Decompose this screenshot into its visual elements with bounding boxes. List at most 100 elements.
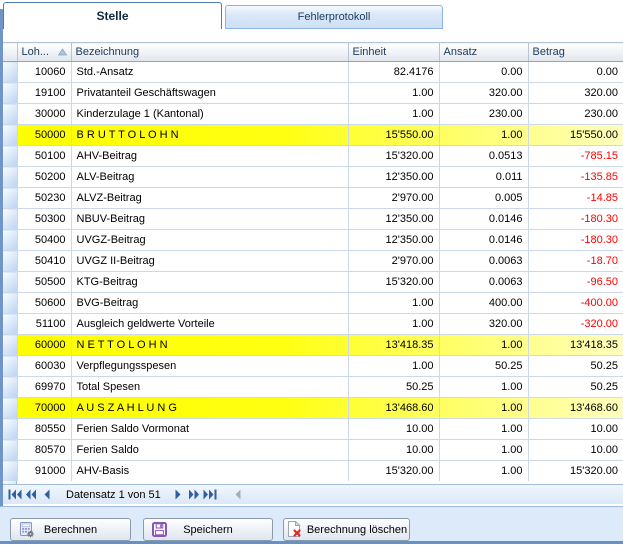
table-row[interactable]: 50600BVG-Beitrag1.00400.00-400.00: [3, 293, 623, 314]
cell-ansatz[interactable]: 320.00: [439, 314, 528, 335]
cell-betrag[interactable]: 50.25: [528, 356, 623, 377]
table-row[interactable]: 19100Privatanteil Geschäftswagen1.00320.…: [3, 83, 623, 104]
cell-ansatz[interactable]: 1.00: [439, 419, 528, 440]
table-row[interactable]: 50410UVGZ II-Beitrag2'970.000.0063-18.70: [3, 251, 623, 272]
row-indicator-cell[interactable]: [3, 398, 17, 419]
cell-ansatz[interactable]: 50.25: [439, 356, 528, 377]
cell-einheit[interactable]: 15'320.00: [348, 146, 439, 167]
column-header-ansatz[interactable]: Ansatz: [439, 43, 528, 62]
cell-ansatz[interactable]: 0.00: [439, 62, 528, 83]
cell-lohnart[interactable]: 60030: [17, 356, 71, 377]
cell-ansatz[interactable]: 400.00: [439, 293, 528, 314]
cell-ansatz[interactable]: 0.0146: [439, 230, 528, 251]
cell-bezeichnung[interactable]: Privatanteil Geschäftswagen: [71, 83, 348, 104]
cell-betrag[interactable]: 230.00: [528, 104, 623, 125]
column-header-betrag[interactable]: Betrag: [528, 43, 623, 62]
cell-bezeichnung[interactable]: UVGZ-Beitrag: [71, 230, 348, 251]
cell-einheit[interactable]: 15'320.00: [348, 461, 439, 482]
cell-bezeichnung[interactable]: ALV-Beitrag: [71, 167, 348, 188]
cell-betrag[interactable]: 320.00: [528, 83, 623, 104]
nav-prev-record-icon[interactable]: [40, 488, 54, 502]
cell-einheit[interactable]: 82.4176: [348, 62, 439, 83]
cell-bezeichnung[interactable]: ALVZ-Beitrag: [71, 188, 348, 209]
cell-ansatz[interactable]: 320.00: [439, 83, 528, 104]
cell-einheit[interactable]: 2'970.00: [348, 188, 439, 209]
cell-bezeichnung[interactable]: Ausgleich geldwerte Vorteile: [71, 314, 348, 335]
row-indicator-cell[interactable]: [3, 125, 17, 146]
cell-betrag[interactable]: 50.25: [528, 377, 623, 398]
cell-einheit[interactable]: 13'418.35: [348, 335, 439, 356]
berechnen-button[interactable]: Berechnen: [10, 518, 131, 541]
cell-betrag[interactable]: 13'418.35: [528, 335, 623, 356]
cell-lohnart[interactable]: 50200: [17, 167, 71, 188]
cell-ansatz[interactable]: 0.0513: [439, 146, 528, 167]
cell-bezeichnung[interactable]: UVGZ II-Beitrag: [71, 251, 348, 272]
cell-lohnart[interactable]: 50600: [17, 293, 71, 314]
table-row[interactable]: 69970Total Spesen50.251.0050.25: [3, 377, 623, 398]
row-indicator-cell[interactable]: [3, 419, 17, 440]
column-header-lohnart[interactable]: Loh...: [17, 43, 71, 62]
table-row[interactable]: 70000A U S Z A H L U N G13'468.601.0013'…: [3, 398, 623, 419]
table-row[interactable]: 51100Ausgleich geldwerte Vorteile1.00320…: [3, 314, 623, 335]
cell-lohnart[interactable]: 50230: [17, 188, 71, 209]
cell-bezeichnung[interactable]: Std.-Ansatz: [71, 62, 348, 83]
tab-fehlerprotokoll[interactable]: Fehlerprotokoll: [225, 5, 443, 29]
cell-bezeichnung[interactable]: AHV-Basis: [71, 461, 348, 482]
row-indicator-cell[interactable]: [3, 62, 17, 83]
cell-einheit[interactable]: 1.00: [348, 356, 439, 377]
table-row[interactable]: 80570Ferien Saldo10.001.0010.00: [3, 440, 623, 461]
cell-ansatz[interactable]: 0.0063: [439, 251, 528, 272]
cell-ansatz[interactable]: 0.0146: [439, 209, 528, 230]
cell-betrag[interactable]: -14.85: [528, 188, 623, 209]
cell-betrag[interactable]: -400.00: [528, 293, 623, 314]
cell-bezeichnung[interactable]: B R U T T O L O H N: [71, 125, 348, 146]
nav-prev-page-icon[interactable]: [24, 488, 38, 502]
cell-lohnart[interactable]: 50100: [17, 146, 71, 167]
row-indicator-cell[interactable]: [3, 272, 17, 293]
cell-ansatz[interactable]: 1.00: [439, 398, 528, 419]
row-indicator-cell[interactable]: [3, 209, 17, 230]
cell-einheit[interactable]: 1.00: [348, 293, 439, 314]
cell-lohnart[interactable]: 91000: [17, 461, 71, 482]
cell-bezeichnung[interactable]: NBUV-Beitrag: [71, 209, 348, 230]
cell-lohnart[interactable]: 50400: [17, 230, 71, 251]
table-row[interactable]: 50300NBUV-Beitrag12'350.000.0146-180.30: [3, 209, 623, 230]
cell-einheit[interactable]: 1.00: [348, 314, 439, 335]
cell-bezeichnung[interactable]: KTG-Beitrag: [71, 272, 348, 293]
cell-betrag[interactable]: 13'468.60: [528, 398, 623, 419]
cell-betrag[interactable]: -180.30: [528, 209, 623, 230]
row-indicator-cell[interactable]: [3, 230, 17, 251]
cell-betrag[interactable]: 10.00: [528, 440, 623, 461]
cell-betrag[interactable]: -135.85: [528, 167, 623, 188]
cell-betrag[interactable]: -320.00: [528, 314, 623, 335]
table-row[interactable]: 50500KTG-Beitrag15'320.000.0063-96.50: [3, 272, 623, 293]
cell-bezeichnung[interactable]: Ferien Saldo Vormonat: [71, 419, 348, 440]
column-header-einheit[interactable]: Einheit: [348, 43, 439, 62]
cell-ansatz[interactable]: 1.00: [439, 335, 528, 356]
table-row[interactable]: 91000AHV-Basis15'320.001.0015'320.00: [3, 461, 623, 482]
cell-betrag[interactable]: -785.15: [528, 146, 623, 167]
table-row[interactable]: 60030Verpflegungsspesen1.0050.2550.25: [3, 356, 623, 377]
cell-ansatz[interactable]: 0.011: [439, 167, 528, 188]
cell-bezeichnung[interactable]: Total Spesen: [71, 377, 348, 398]
row-indicator-cell[interactable]: [3, 461, 17, 482]
cell-betrag[interactable]: 10.00: [528, 419, 623, 440]
row-indicator-cell[interactable]: [3, 335, 17, 356]
table-row[interactable]: 50200ALV-Beitrag12'350.000.011-135.85: [3, 167, 623, 188]
table-row[interactable]: 50000B R U T T O L O H N15'550.001.0015'…: [3, 125, 623, 146]
cell-betrag[interactable]: -180.30: [528, 230, 623, 251]
nav-first-record-icon[interactable]: [8, 488, 22, 502]
row-indicator-cell[interactable]: [3, 440, 17, 461]
cell-bezeichnung[interactable]: Ferien Saldo: [71, 440, 348, 461]
cell-lohnart[interactable]: 60000: [17, 335, 71, 356]
cell-lohnart[interactable]: 19100: [17, 83, 71, 104]
cell-einheit[interactable]: 15'550.00: [348, 125, 439, 146]
table-row[interactable]: 50400UVGZ-Beitrag12'350.000.0146-180.30: [3, 230, 623, 251]
cell-lohnart[interactable]: 70000: [17, 398, 71, 419]
row-indicator-cell[interactable]: [3, 83, 17, 104]
column-header-bezeichnung[interactable]: Bezeichnung: [71, 43, 348, 62]
cell-betrag[interactable]: 0.00: [528, 62, 623, 83]
cell-betrag[interactable]: -96.50: [528, 272, 623, 293]
cell-einheit[interactable]: 50.25: [348, 377, 439, 398]
cell-einheit[interactable]: 15'320.00: [348, 272, 439, 293]
